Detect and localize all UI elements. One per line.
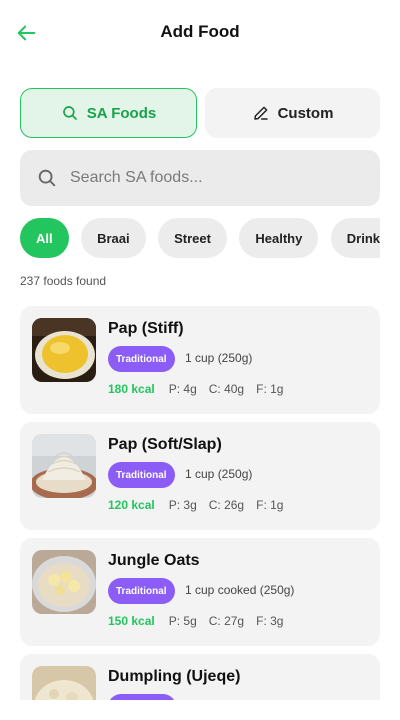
serving-size: 1 cup (250g) bbox=[185, 351, 253, 365]
food-tag-badge: Traditional bbox=[108, 346, 175, 372]
macros-row: 120 kcal P: 3g C: 26g F: 1g bbox=[108, 498, 283, 512]
page-title: Add Food bbox=[160, 22, 240, 41]
tab-sa-foods-label: SA Foods bbox=[86, 104, 157, 122]
food-image bbox=[32, 318, 96, 382]
tab-custom-label: Custom bbox=[277, 104, 334, 122]
filter-chip-drinks[interactable]: Drinks bbox=[330, 218, 380, 258]
food-name: Pap (Stiff) bbox=[108, 320, 184, 337]
food-tag-badge bbox=[108, 694, 176, 700]
filter-chips: All Braai Street Healthy Drinks bbox=[20, 218, 380, 258]
carbs: C: 40g bbox=[208, 382, 245, 396]
food-name: Pap (Soft/Slap) bbox=[108, 436, 222, 453]
fat: F: 1g bbox=[256, 498, 284, 512]
tab-custom[interactable]: Custom bbox=[205, 88, 380, 138]
macros-row: 150 kcal P: 5g C: 27g F: 3g bbox=[108, 614, 283, 628]
macros-row: 180 kcal P: 4g C: 40g F: 1g bbox=[108, 382, 283, 396]
calories: 180 kcal bbox=[108, 382, 155, 396]
protein: P: 4g bbox=[168, 382, 197, 396]
food-name: Dumpling (Ujeqe) bbox=[108, 668, 241, 685]
food-image bbox=[32, 434, 96, 498]
calories: 150 kcal bbox=[108, 614, 155, 628]
search-icon bbox=[38, 169, 56, 187]
results-count: 237 foods found bbox=[20, 274, 107, 288]
filter-chip-healthy[interactable]: Healthy bbox=[239, 218, 319, 258]
food-image bbox=[32, 550, 96, 614]
serving-size: 1 cup (250g) bbox=[185, 467, 253, 481]
pencil-icon bbox=[253, 106, 268, 120]
filter-chip-braai[interactable]: Braai bbox=[81, 218, 146, 258]
fat: F: 1g bbox=[256, 382, 284, 396]
food-image bbox=[32, 666, 96, 700]
food-tag-badge: Traditional bbox=[108, 578, 175, 604]
search-bar[interactable] bbox=[20, 150, 380, 206]
protein: P: 3g bbox=[168, 498, 197, 512]
search-icon bbox=[62, 106, 77, 120]
search-input[interactable] bbox=[70, 169, 360, 187]
protein: P: 5g bbox=[168, 614, 197, 628]
tab-sa-foods[interactable]: SA Foods bbox=[20, 88, 197, 138]
food-tag-badge: Traditional bbox=[108, 462, 175, 488]
filter-chip-street[interactable]: Street bbox=[158, 218, 227, 258]
calories: 120 kcal bbox=[108, 498, 155, 512]
food-name: Jungle Oats bbox=[108, 552, 200, 569]
food-card[interactable]: Dumpling (Ujeqe) bbox=[20, 654, 380, 700]
serving-size: 1 cup cooked (250g) bbox=[185, 583, 295, 597]
food-card[interactable]: Jungle Oats Traditional 1 cup cooked (25… bbox=[20, 538, 380, 646]
carbs: C: 26g bbox=[208, 498, 245, 512]
filter-chip-all[interactable]: All bbox=[20, 218, 69, 258]
header: Add Food bbox=[0, 0, 400, 66]
carbs: C: 27g bbox=[208, 614, 245, 628]
food-card[interactable]: Pap (Stiff) Traditional 1 cup (250g) 180… bbox=[20, 306, 380, 414]
fat: F: 3g bbox=[256, 614, 284, 628]
food-card[interactable]: Pap (Soft/Slap) Traditional 1 cup (250g)… bbox=[20, 422, 380, 530]
